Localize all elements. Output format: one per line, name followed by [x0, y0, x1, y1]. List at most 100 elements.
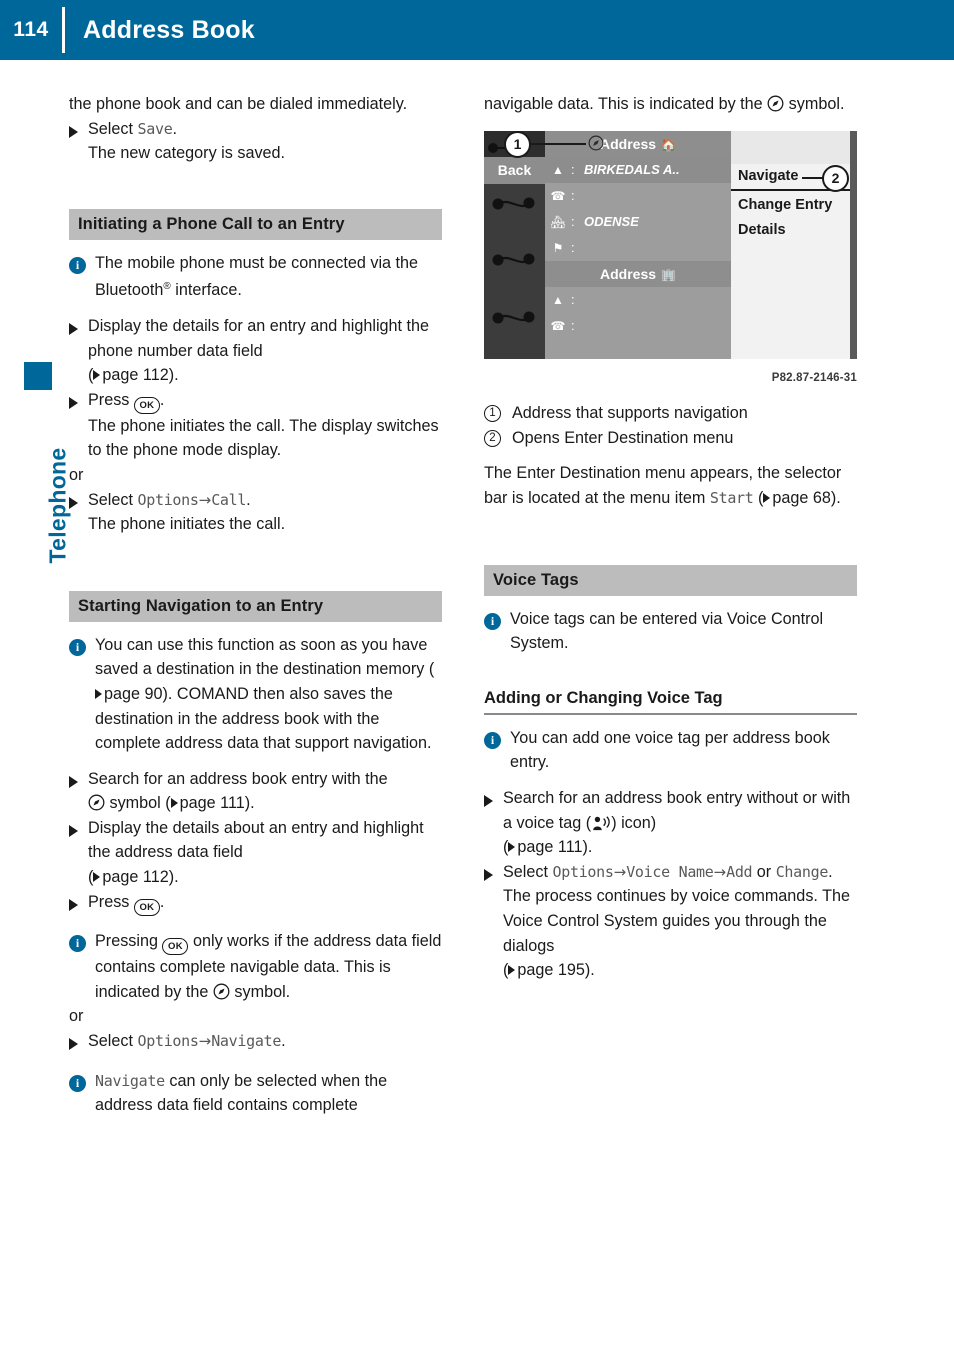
entry-row-street-2[interactable]: ▲:	[545, 287, 731, 313]
menu-item-call: Call	[211, 490, 247, 509]
page-ref-arrow-icon	[93, 370, 101, 381]
section-heading-starting-navigation: Starting Navigation to an Entry	[69, 590, 442, 622]
search-voice-text-2: ) icon)	[611, 813, 657, 832]
note-navigation-function: i You can use this function as soon as y…	[69, 633, 442, 756]
info-icon: i	[69, 633, 95, 659]
registered-mark: ®	[163, 281, 171, 293]
menu-item-details[interactable]: Details	[731, 218, 857, 243]
rail-link-icon	[490, 193, 538, 215]
menu-item-voice-name: Voice Name	[626, 862, 714, 881]
page-number: 114	[13, 18, 49, 41]
phone-icon: ☎	[550, 188, 566, 203]
bullet-arrow-icon	[484, 786, 503, 815]
menu-item-add: Add	[726, 862, 753, 881]
step-save-prefix: Select	[88, 119, 138, 138]
page-ref-label: page 112	[102, 868, 169, 887]
press-label: Press	[88, 892, 134, 911]
bullet-arrow-icon	[69, 890, 88, 919]
home-icon: 🏠	[661, 137, 676, 152]
flag-icon: ⚑	[552, 240, 564, 255]
step-display-details-phone: Display the details for an entry and hig…	[69, 314, 442, 388]
note-one-voice-tag-text: You can add one voice tag per address bo…	[510, 728, 830, 772]
page-ref-arrow-icon	[763, 492, 771, 503]
intro-line-1: the phone book and can be dialed	[69, 95, 313, 113]
page-ref-label: page 111	[517, 838, 583, 857]
city-icon: 🏘	[550, 214, 566, 229]
page-reference: (page 112).	[88, 868, 179, 887]
menu-item-options: Options	[137, 490, 199, 509]
entry-row-phone[interactable]: ☎:	[545, 183, 731, 209]
intro-line-2: immediately.	[317, 95, 408, 113]
entry-row-city[interactable]: 🏘: ODENSE	[545, 209, 731, 235]
display-details-text: Display the details about an entry and h…	[88, 818, 424, 862]
note-bluetooth-text-2: interface.	[170, 281, 242, 300]
chapter-tab-label: Telephone	[44, 447, 71, 564]
note-nav-page-ref: page 90	[104, 684, 163, 703]
select-suffix: .	[246, 490, 251, 509]
select-label: Select	[503, 862, 553, 881]
subsection-heading-adding-voice-tag: Adding or Changing Voice Tag	[484, 688, 857, 715]
section-heading-initiating-call: Initiating a Phone Call to an Entry	[69, 208, 442, 240]
select-suffix: .	[828, 862, 833, 881]
or-separator-2: or	[69, 1007, 84, 1026]
chapter-marker	[24, 362, 52, 390]
note-navigate-availability: i Navigate can only be selected when the…	[69, 1069, 442, 1118]
page-ref-arrow-icon	[170, 798, 178, 809]
enter-destination-paragraph: The Enter Destination menu appears, the …	[484, 461, 857, 510]
legend-number-2: 2	[484, 429, 501, 447]
options-context-menu: Navigate Change Entry Details	[731, 163, 857, 359]
search-entry-text-2: symbol (	[105, 794, 171, 813]
menu-path-arrow: →	[613, 862, 627, 881]
step-select-save: Select Save. The new category is saved.	[69, 117, 442, 166]
ok-button-icon: OK	[162, 938, 189, 956]
page-ref-arrow-icon	[508, 965, 516, 976]
select-label: Select	[88, 490, 138, 509]
note-pressing-text-3: symbol.	[229, 982, 291, 1001]
select-label: Select	[88, 1032, 138, 1051]
bullet-arrow-icon	[69, 816, 88, 845]
legend-number-1: 1	[484, 405, 501, 423]
menu-item-change: Change	[775, 862, 829, 881]
info-icon: i	[484, 726, 510, 752]
menu-item-navigate: Navigate	[95, 1071, 165, 1090]
right-column: navigable data. This is indicated by the…	[484, 92, 857, 983]
bullet-arrow-icon	[69, 767, 88, 796]
note-voice-tags: i Voice tags can be entered via Voice Co…	[484, 607, 857, 656]
press-label: Press	[88, 390, 134, 409]
entry-row-phone-2[interactable]: ☎:	[545, 313, 731, 339]
menu-path-arrow: →	[198, 490, 212, 509]
page-ref-label: page 112	[102, 366, 169, 385]
note-one-voice-tag: i You can add one voice tag per address …	[484, 726, 857, 775]
page-ref-label: page 195	[517, 961, 585, 980]
page-ref-arrow-icon	[95, 688, 102, 699]
left-column: the phone book and can be dialed immedia…	[69, 92, 442, 1118]
voice-name-result: The process continues by voice commands.…	[503, 887, 851, 955]
page-ref-arrow-icon	[93, 872, 101, 883]
street-icon: ▲	[552, 292, 564, 307]
select-call-result: The phone initiates the call.	[88, 515, 286, 534]
menu-item-change-entry[interactable]: Change Entry	[731, 193, 857, 218]
step-select-options-call: Select Options→Call. The phone initiates…	[69, 488, 442, 537]
back-button[interactable]: Back	[484, 156, 545, 184]
intro-paragraph: the phone book and can be dialed immedia…	[69, 92, 442, 117]
info-icon: i	[69, 251, 95, 277]
entry-row-street[interactable]: ▲: BIRKEDALS A..	[545, 156, 731, 183]
press-ok-result: The phone initiates the call. The displa…	[88, 416, 439, 460]
section-heading-voice-tags: Voice Tags	[484, 564, 857, 596]
callout-1: 1	[504, 130, 531, 158]
continuation-text-2: symbol.	[784, 95, 845, 113]
navigation-compass-icon	[767, 95, 784, 112]
comand-screenshot-figure: Back Address 🏠 ▲: BIRKEDALS A.. ☎: 🏘: ODENS…	[484, 130, 857, 391]
rail-link-icon	[490, 307, 538, 329]
menu-item-navigate: Navigate	[211, 1032, 282, 1051]
callout-2: 2	[822, 164, 849, 192]
step-display-text: Display the details for an entry and hig…	[88, 316, 430, 360]
info-icon: i	[69, 1069, 95, 1095]
search-entry-text-3: ).	[244, 794, 255, 813]
page-reference: (page 112).	[88, 366, 179, 385]
enter-dest-text-3: ).	[830, 488, 841, 507]
menu-path-arrow: →	[198, 1032, 212, 1051]
entry-row-country[interactable]: ⚑:	[545, 235, 731, 261]
address-header-2: Address 🏢	[545, 260, 731, 287]
note-nav-text-1: You can use this function as soon as you…	[95, 635, 435, 679]
